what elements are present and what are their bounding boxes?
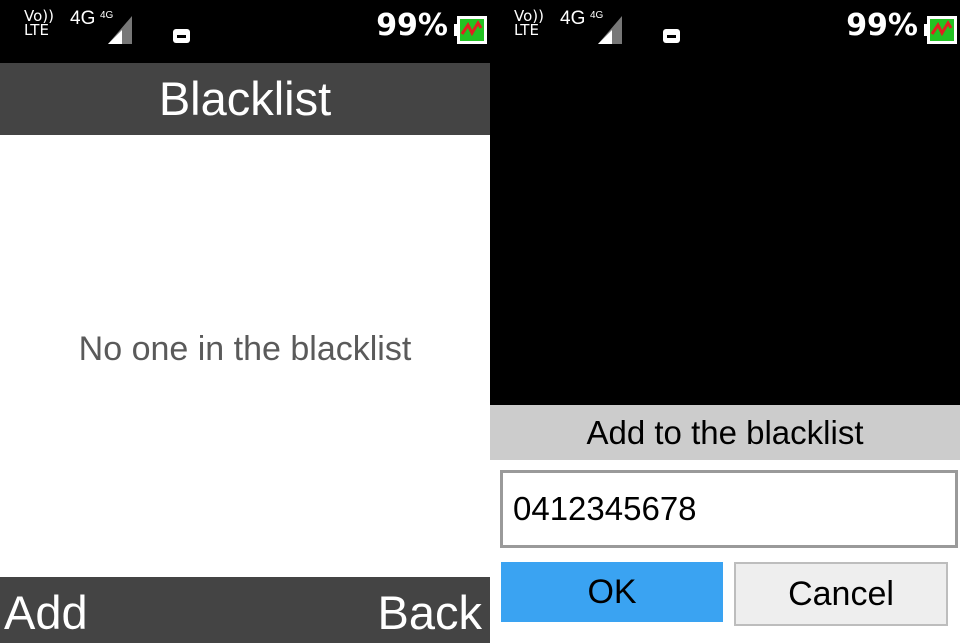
blacklist-screen: Vo)) LTE 4G 4G 99% Blacklist No one in th… bbox=[0, 0, 490, 643]
signal-strength-icon: 4G bbox=[590, 10, 622, 44]
battery-charging-icon bbox=[924, 16, 957, 44]
svg-text:4G: 4G bbox=[590, 10, 604, 21]
status-bar: Vo)) LTE 4G 4G 99% bbox=[0, 0, 490, 63]
phone-number-input[interactable]: 0412345678 bbox=[500, 470, 958, 548]
status-bar: Vo)) LTE 4G 4G 99% bbox=[490, 0, 960, 63]
signal-strength-icon: 4G bbox=[100, 10, 132, 44]
battery-percent: 99% bbox=[846, 8, 918, 43]
battery-percent: 99% bbox=[376, 8, 448, 43]
add-blacklist-screen: Vo)) LTE 4G 4G 99% Add to the blacklist 0… bbox=[490, 0, 960, 643]
ok-button[interactable]: OK bbox=[501, 562, 723, 622]
volte-indicator: Vo)) LTE bbox=[514, 7, 544, 39]
volte-indicator: Vo)) LTE bbox=[24, 7, 54, 39]
page-title: Blacklist bbox=[0, 63, 490, 135]
cancel-button[interactable]: Cancel bbox=[734, 562, 948, 626]
empty-state-message: No one in the blacklist bbox=[78, 330, 412, 368]
image-icon bbox=[173, 29, 190, 43]
add-softkey[interactable]: Add bbox=[4, 585, 88, 640]
svg-text:4G: 4G bbox=[100, 10, 114, 21]
dialog-title: Add to the blacklist bbox=[490, 405, 960, 460]
network-type: 4G bbox=[560, 8, 586, 29]
back-softkey[interactable]: Back bbox=[378, 585, 483, 640]
image-icon bbox=[663, 29, 680, 43]
battery-charging-icon bbox=[454, 16, 487, 44]
network-type: 4G bbox=[70, 8, 96, 29]
add-blacklist-dialog: 0412345678 OK Cancel bbox=[490, 460, 960, 643]
softkey-bar: Add Back bbox=[0, 577, 490, 643]
